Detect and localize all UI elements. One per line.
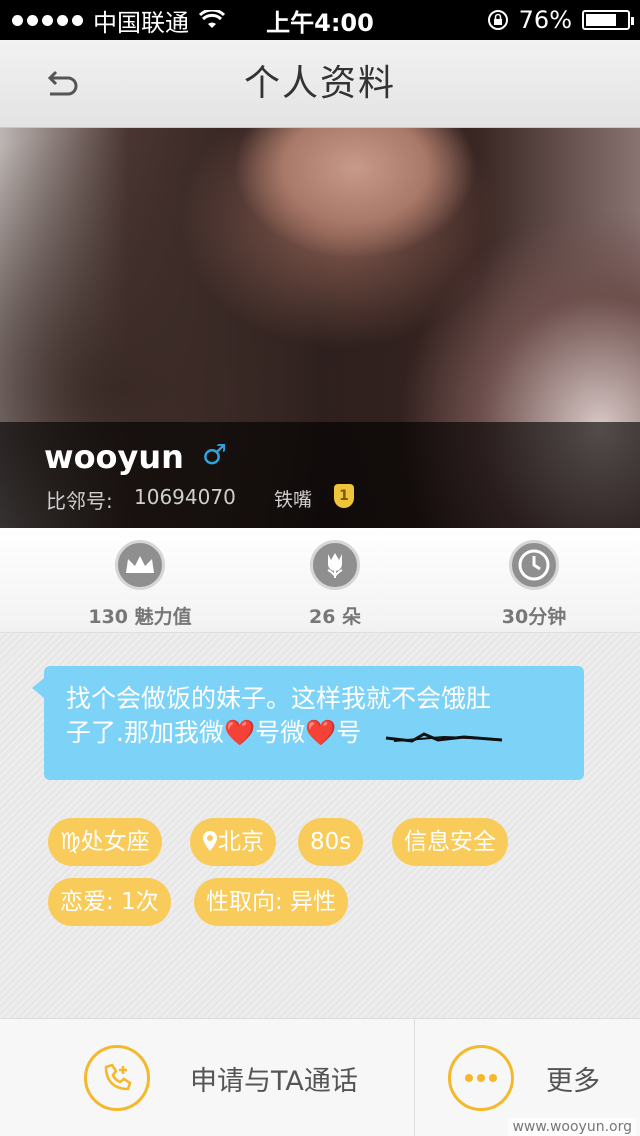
request-call-button[interactable]: 申请与TA通话: [84, 1043, 384, 1113]
stat-charm[interactable]: 130 魅力值: [70, 540, 210, 629]
more-dots-icon: [448, 1045, 514, 1111]
more-button[interactable]: 更多: [448, 1043, 628, 1113]
stat-charm-label: 130 魅力值: [88, 606, 192, 628]
heart-icon: ❤️: [305, 718, 337, 747]
crown-icon: [115, 540, 165, 590]
more-label: 更多: [546, 1065, 600, 1097]
tag-profession[interactable]: 信息安全: [392, 818, 508, 866]
status-right: 76%: [487, 6, 634, 34]
bio-line-1: 找个会做饭的妹子。这样我就不会饿肚: [66, 684, 492, 713]
user-name: wooyun: [44, 438, 184, 476]
medal-icon: 1: [334, 484, 354, 508]
stat-flowers[interactable]: 26 朵: [265, 540, 405, 629]
user-id-value: 10694070: [134, 485, 236, 509]
tag-location[interactable]: 北京: [190, 818, 276, 866]
male-gender-icon: ♂: [202, 438, 228, 471]
title-badge: 铁嘴: [274, 489, 313, 511]
stat-call-time-label: 30分钟: [501, 606, 567, 628]
bio-text-b: 号微: [255, 718, 306, 747]
status-left: 中国联通: [12, 3, 225, 38]
back-arrow-icon: [47, 70, 78, 96]
phone-add-icon: [84, 1045, 150, 1111]
bio-text-a: 子了.那加我微: [66, 718, 224, 747]
bottom-action-bar: 申请与TA通话 更多 www.wooyun.org: [0, 1018, 640, 1136]
profile-photo[interactable]: wooyun ♂ 比邻号: 10694070 铁嘴 1: [0, 128, 640, 528]
tag-age-group[interactable]: 80s: [298, 818, 364, 866]
bottom-divider: [414, 1019, 415, 1136]
user-id-label: 比邻号:: [46, 489, 113, 513]
bio-bubble: 找个会做饭的妹子。这样我就不会饿肚 子了.那加我微❤️号微❤️号: [32, 666, 584, 780]
stats-row: 130 魅力值 26 朵 30分钟: [0, 528, 640, 633]
status-bar: 中国联通 上午4:00 76%: [0, 0, 640, 40]
battery-icon: [582, 10, 634, 30]
heart-icon: ❤️: [223, 718, 256, 747]
nav-bar: 个人资料: [0, 40, 640, 128]
wifi-icon: [199, 10, 225, 28]
back-button[interactable]: [36, 62, 84, 106]
tag-orientation[interactable]: 性取向: 异性: [194, 878, 349, 926]
profile-content: 找个会做饭的妹子。这样我就不会饿肚 子了.那加我微❤️号微❤️号 ♍处女座 北京…: [0, 634, 640, 1018]
battery-percent: 76%: [518, 6, 572, 34]
tag-relationships[interactable]: 恋爱: 1次: [48, 878, 171, 926]
stat-call-time[interactable]: 30分钟: [464, 540, 604, 629]
flower-icon: [310, 540, 360, 590]
tag-zodiac[interactable]: ♍处女座: [48, 818, 162, 866]
clock-icon: [509, 540, 559, 590]
stat-flowers-label: 26 朵: [308, 606, 362, 628]
redaction-scribble: [385, 732, 503, 743]
carrier-name: 中国联通: [93, 8, 189, 37]
watermark: www.wooyun.org: [508, 1118, 636, 1136]
page-title: 个人资料: [243, 63, 396, 104]
bio-text-c: 号: [336, 718, 362, 747]
location-pin-icon: [203, 831, 217, 851]
rotation-lock-icon: [487, 10, 508, 30]
request-call-label: 申请与TA通话: [190, 1065, 358, 1097]
signal-strength-icon: [12, 14, 83, 26]
tag-location-label: 北京: [218, 829, 264, 855]
